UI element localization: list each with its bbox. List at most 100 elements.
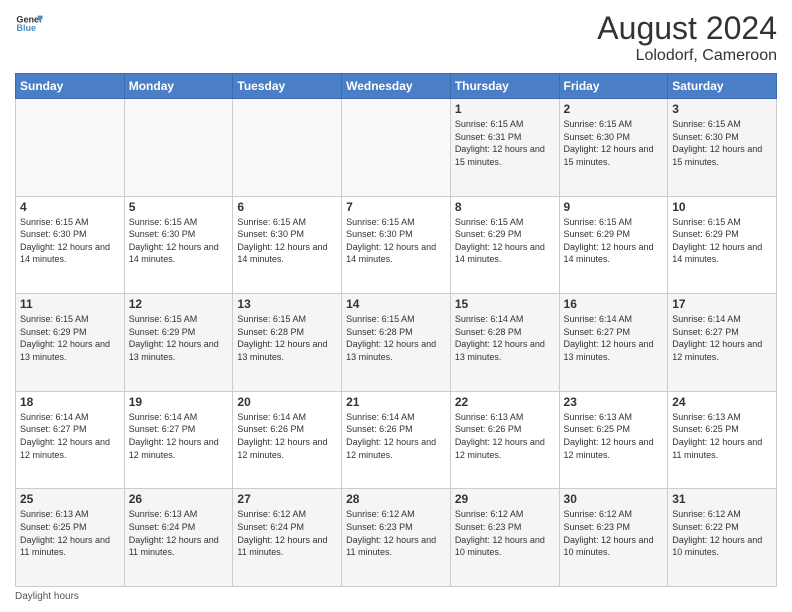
- calendar-cell: 15 Sunrise: 6:14 AMSunset: 6:28 PMDayligh…: [450, 294, 559, 392]
- week-row-2: 4 Sunrise: 6:15 AMSunset: 6:30 PMDaylight…: [16, 196, 777, 294]
- svg-text:Blue: Blue: [16, 23, 36, 33]
- day-info: Sunrise: 6:12 AMSunset: 6:23 PMDaylight:…: [346, 508, 446, 558]
- day-info: Sunrise: 6:14 AMSunset: 6:28 PMDaylight:…: [455, 313, 555, 363]
- day-info: Sunrise: 6:15 AMSunset: 6:30 PMDaylight:…: [672, 118, 772, 168]
- day-number: 21: [346, 395, 446, 409]
- calendar-cell: [342, 99, 451, 197]
- calendar-cell: 4Sunrise: 6:15 AMSunset: 6:30 PMDaylight…: [16, 196, 125, 294]
- day-info: Sunrise: 6:13 AMSunset: 6:26 PMDaylight:…: [455, 411, 555, 461]
- day-number: 18: [20, 395, 120, 409]
- day-info: Sunrise: 6:15 AMSunset: 6:28 PMDaylight:…: [346, 313, 446, 363]
- day-number: 17: [672, 297, 772, 311]
- day-number: 5: [129, 200, 229, 214]
- header: General Blue August 2024 Lolodorf, Camer…: [15, 10, 777, 65]
- day-number: 1: [455, 102, 555, 116]
- calendar-cell: 19 Sunrise: 6:14 AMSunset: 6:27 PMDayligh…: [124, 391, 233, 489]
- calendar-cell: 20 Sunrise: 6:14 AMSunset: 6:26 PMDayligh…: [233, 391, 342, 489]
- location: Lolodorf, Cameroon: [597, 47, 777, 65]
- week-row-1: 1 Sunrise: 6:15 AMSunset: 6:31 PMDaylight…: [16, 99, 777, 197]
- day-info: Sunrise: 6:15 AMSunset: 6:30 PMDaylight:…: [564, 118, 664, 168]
- calendar-cell: 16 Sunrise: 6:14 AMSunset: 6:27 PMDayligh…: [559, 294, 668, 392]
- day-number: 25: [20, 492, 120, 506]
- calendar-cell: 22 Sunrise: 6:13 AMSunset: 6:26 PMDayligh…: [450, 391, 559, 489]
- day-number: 10: [672, 200, 772, 214]
- day-info: Sunrise: 6:14 AMSunset: 6:27 PMDaylight:…: [564, 313, 664, 363]
- day-info: Sunrise: 6:15 AMSunset: 6:29 PMDaylight:…: [455, 216, 555, 266]
- day-number: 22: [455, 395, 555, 409]
- footer-label: Daylight hours: [15, 591, 79, 602]
- calendar-cell: 3Sunrise: 6:15 AMSunset: 6:30 PMDaylight…: [668, 99, 777, 197]
- calendar-cell: 13Sunrise: 6:15 AMSunset: 6:28 PMDayligh…: [233, 294, 342, 392]
- day-info: Sunrise: 6:14 AMSunset: 6:27 PMDaylight:…: [672, 313, 772, 363]
- day-info: Sunrise: 6:15 AMSunset: 6:31 PMDaylight:…: [455, 118, 555, 168]
- logo-icon: General Blue: [15, 10, 43, 38]
- day-number: 8: [455, 200, 555, 214]
- weekday-header-saturday: Saturday: [668, 74, 777, 99]
- calendar-cell: 12 Sunrise: 6:15 AMSunset: 6:29 PMDayligh…: [124, 294, 233, 392]
- calendar-cell: 30Sunrise: 6:12 AMSunset: 6:23 PMDayligh…: [559, 489, 668, 587]
- calendar-cell: 11 Sunrise: 6:15 AMSunset: 6:29 PMDayligh…: [16, 294, 125, 392]
- day-number: 23: [564, 395, 664, 409]
- weekday-header-tuesday: Tuesday: [233, 74, 342, 99]
- day-number: 20: [237, 395, 337, 409]
- day-info: Sunrise: 6:14 AMSunset: 6:26 PMDaylight:…: [346, 411, 446, 461]
- footer: Daylight hours: [15, 591, 777, 602]
- day-number: 7: [346, 200, 446, 214]
- logo: General Blue: [15, 10, 43, 38]
- calendar-cell: 6Sunrise: 6:15 AMSunset: 6:30 PMDaylight…: [233, 196, 342, 294]
- day-info: Sunrise: 6:12 AMSunset: 6:22 PMDaylight:…: [672, 508, 772, 558]
- day-number: 19: [129, 395, 229, 409]
- calendar-cell: [233, 99, 342, 197]
- day-info: Sunrise: 6:15 AMSunset: 6:30 PMDaylight:…: [237, 216, 337, 266]
- day-info: Sunrise: 6:15 AMSunset: 6:29 PMDaylight:…: [129, 313, 229, 363]
- day-number: 13: [237, 297, 337, 311]
- calendar-cell: 7 Sunrise: 6:15 AMSunset: 6:30 PMDaylight…: [342, 196, 451, 294]
- month-year: August 2024: [597, 10, 777, 47]
- day-info: Sunrise: 6:15 AMSunset: 6:30 PMDaylight:…: [346, 216, 446, 266]
- day-number: 26: [129, 492, 229, 506]
- day-info: Sunrise: 6:13 AMSunset: 6:25 PMDaylight:…: [20, 508, 120, 558]
- weekday-header-sunday: Sunday: [16, 74, 125, 99]
- day-info: Sunrise: 6:13 AMSunset: 6:24 PMDaylight:…: [129, 508, 229, 558]
- day-number: 12: [129, 297, 229, 311]
- day-number: 15: [455, 297, 555, 311]
- calendar-cell: 24Sunrise: 6:13 AMSunset: 6:25 PMDayligh…: [668, 391, 777, 489]
- day-number: 28: [346, 492, 446, 506]
- day-number: 11: [20, 297, 120, 311]
- day-info: Sunrise: 6:15 AMSunset: 6:29 PMDaylight:…: [672, 216, 772, 266]
- day-info: Sunrise: 6:15 AMSunset: 6:29 PMDaylight:…: [20, 313, 120, 363]
- day-info: Sunrise: 6:12 AMSunset: 6:23 PMDaylight:…: [455, 508, 555, 558]
- day-number: 4: [20, 200, 120, 214]
- day-info: Sunrise: 6:12 AMSunset: 6:24 PMDaylight:…: [237, 508, 337, 558]
- day-info: Sunrise: 6:14 AMSunset: 6:27 PMDaylight:…: [20, 411, 120, 461]
- calendar-cell: 28 Sunrise: 6:12 AMSunset: 6:23 PMDayligh…: [342, 489, 451, 587]
- calendar-cell: 8 Sunrise: 6:15 AMSunset: 6:29 PMDaylight…: [450, 196, 559, 294]
- day-info: Sunrise: 6:15 AMSunset: 6:30 PMDaylight:…: [129, 216, 229, 266]
- calendar-cell: 25 Sunrise: 6:13 AMSunset: 6:25 PMDayligh…: [16, 489, 125, 587]
- calendar-cell: 23 Sunrise: 6:13 AMSunset: 6:25 PMDayligh…: [559, 391, 668, 489]
- calendar-cell: 9 Sunrise: 6:15 AMSunset: 6:29 PMDaylight…: [559, 196, 668, 294]
- calendar-cell: 1 Sunrise: 6:15 AMSunset: 6:31 PMDaylight…: [450, 99, 559, 197]
- calendar-cell: 26 Sunrise: 6:13 AMSunset: 6:24 PMDayligh…: [124, 489, 233, 587]
- calendar-cell: [16, 99, 125, 197]
- calendar-cell: 27Sunrise: 6:12 AMSunset: 6:24 PMDayligh…: [233, 489, 342, 587]
- weekday-header-friday: Friday: [559, 74, 668, 99]
- day-number: 16: [564, 297, 664, 311]
- page: General Blue August 2024 Lolodorf, Camer…: [0, 0, 792, 612]
- day-number: 14: [346, 297, 446, 311]
- calendar-cell: 10 Sunrise: 6:15 AMSunset: 6:29 PMDayligh…: [668, 196, 777, 294]
- day-info: Sunrise: 6:13 AMSunset: 6:25 PMDaylight:…: [672, 411, 772, 461]
- day-info: Sunrise: 6:13 AMSunset: 6:25 PMDaylight:…: [564, 411, 664, 461]
- day-info: Sunrise: 6:14 AMSunset: 6:27 PMDaylight:…: [129, 411, 229, 461]
- calendar-cell: 29Sunrise: 6:12 AMSunset: 6:23 PMDayligh…: [450, 489, 559, 587]
- calendar-cell: 14 Sunrise: 6:15 AMSunset: 6:28 PMDayligh…: [342, 294, 451, 392]
- day-info: Sunrise: 6:15 AMSunset: 6:29 PMDaylight:…: [564, 216, 664, 266]
- calendar: SundayMondayTuesdayWednesdayThursdayFrid…: [15, 73, 777, 587]
- week-row-4: 18 Sunrise: 6:14 AMSunset: 6:27 PMDayligh…: [16, 391, 777, 489]
- title-block: August 2024 Lolodorf, Cameroon: [597, 10, 777, 65]
- day-info: Sunrise: 6:14 AMSunset: 6:26 PMDaylight:…: [237, 411, 337, 461]
- day-number: 30: [564, 492, 664, 506]
- week-row-3: 11 Sunrise: 6:15 AMSunset: 6:29 PMDayligh…: [16, 294, 777, 392]
- day-number: 9: [564, 200, 664, 214]
- day-number: 31: [672, 492, 772, 506]
